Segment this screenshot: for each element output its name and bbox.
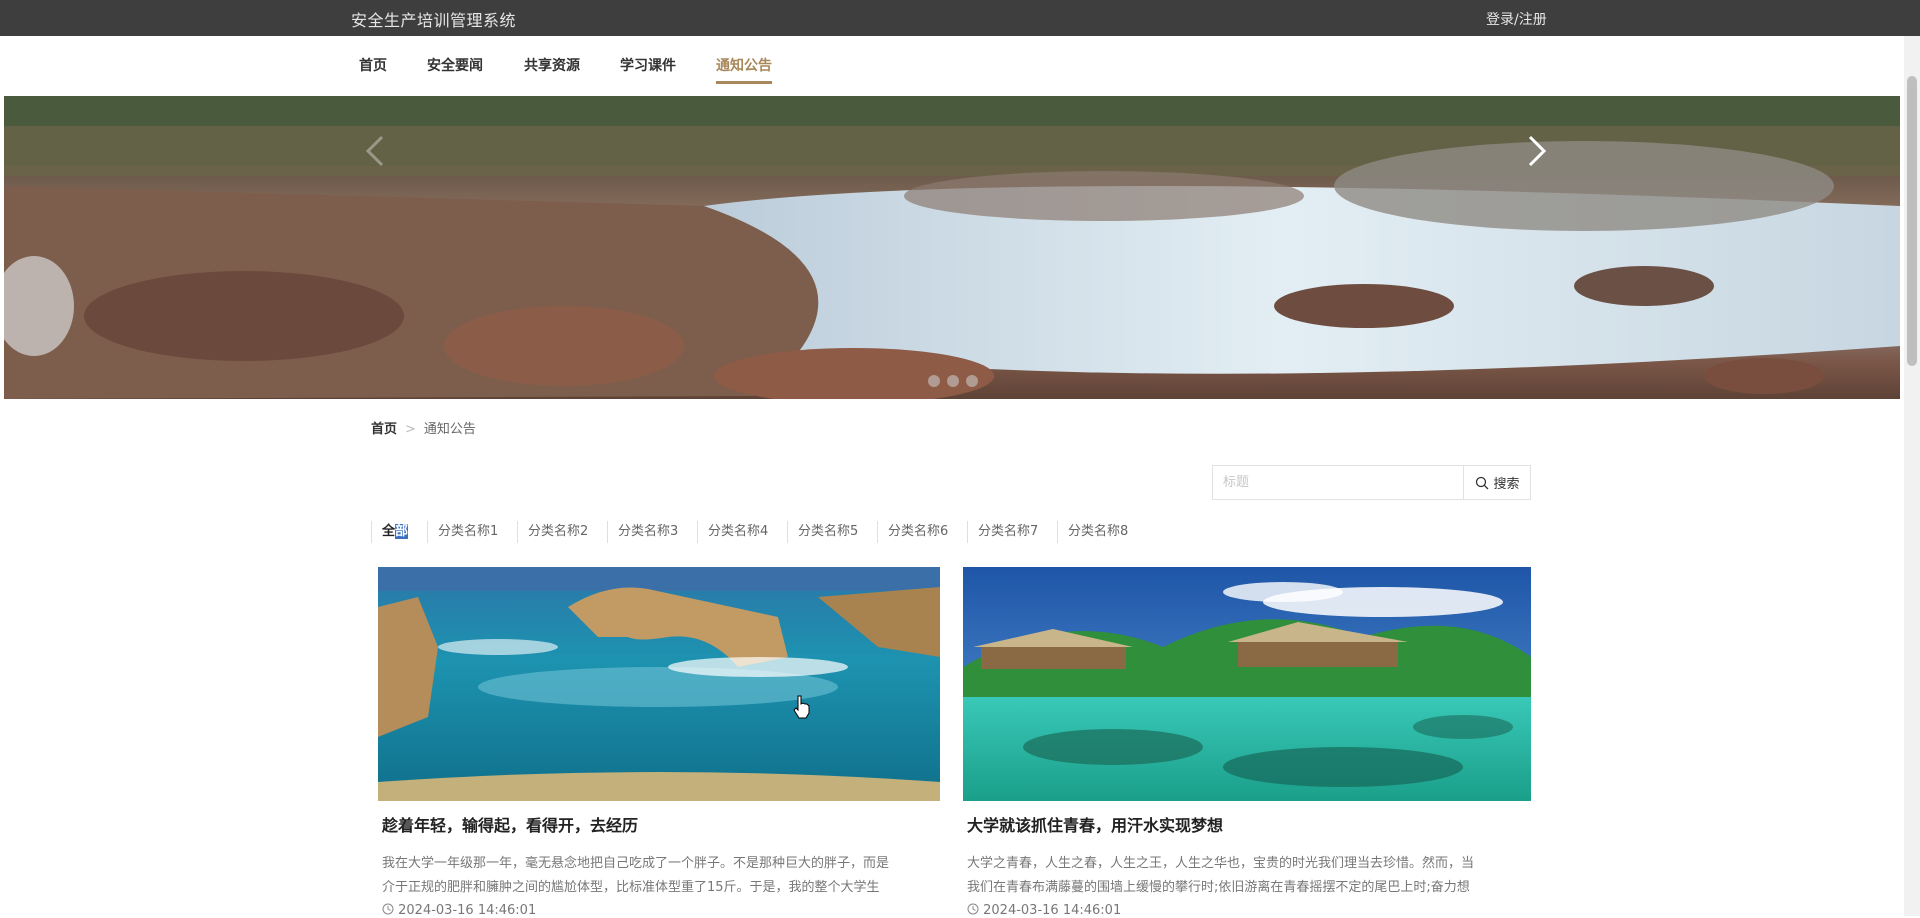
chevron-right-icon [1528, 135, 1547, 167]
category-item-6[interactable]: 分类名称6 [877, 521, 958, 543]
category-item-5[interactable]: 分类名称5 [787, 521, 868, 543]
category-item-1[interactable]: 分类名称1 [427, 521, 508, 543]
search-input[interactable] [1213, 466, 1463, 499]
top-bar: 安全生产培训管理系统 登录/注册 [0, 0, 1920, 36]
article-summary-line: 介于正规的肥胖和臃肿之间的尴尬体型，比标准体型重了15斤。于是，我的整个大学生 [382, 880, 880, 895]
nav-item-safety-news[interactable]: 安全要闻 [427, 55, 483, 81]
category-item-4[interactable]: 分类名称4 [697, 521, 778, 543]
breadcrumb-separator: > [405, 422, 416, 437]
clock-icon [382, 903, 394, 915]
nav-item-courseware[interactable]: 学习课件 [620, 55, 676, 81]
hand-cursor-icon [793, 695, 810, 719]
banner-dot-3[interactable] [966, 375, 978, 387]
article-summary: 我在大学一年级那一年，毫无悬念地把自己吃成了一个胖子。不是那种巨大的胖子，而是 … [382, 852, 889, 900]
category-item-7[interactable]: 分类名称7 [967, 521, 1048, 543]
article-summary-line: 我在大学一年级那一年，毫无悬念地把自己吃成了一个胖子。不是那种巨大的胖子，而是 [382, 856, 890, 871]
category-all-part1: 全 [382, 524, 396, 539]
breadcrumb-home[interactable]: 首页 [371, 422, 397, 437]
article-thumbnail[interactable] [378, 567, 940, 801]
article-summary-line: 我们在青春布满藤蔓的围墙上缓慢的攀行时;依旧游离在青春摇摆不定的尾巴上时;奋力想 [967, 880, 1470, 895]
article-thumbnail[interactable] [963, 567, 1531, 801]
banner-dot-2[interactable] [947, 375, 959, 387]
scrollbar-thumb[interactable] [1907, 76, 1917, 366]
article-title[interactable]: 趁着年轻，输得起，看得开，去经历 [382, 812, 638, 836]
nav-item-home[interactable]: 首页 [359, 55, 387, 81]
article-title[interactable]: 大学就该抓住青春，用汗水实现梦想 [967, 812, 1223, 836]
article-summary-line: 大学之青春，人生之春，人生之王，人生之华也，宝贵的时光我们理当去珍惜。然而，当 [967, 856, 1475, 871]
search-button-label: 搜索 [1493, 477, 1520, 492]
category-item-8[interactable]: 分类名称8 [1057, 521, 1138, 543]
search-button[interactable]: 搜索 [1463, 466, 1531, 499]
search-icon [1476, 476, 1489, 489]
banner-carousel[interactable] [4, 96, 1900, 399]
category-all[interactable]: 全部 [371, 521, 418, 543]
category-all-part2: 部 [395, 524, 409, 539]
banner-dot-1[interactable] [928, 375, 940, 387]
nav-item-notices[interactable]: 通知公告 [716, 55, 772, 84]
breadcrumb: 首页 > 通知公告 [371, 418, 476, 437]
login-register-link[interactable]: 登录/注册 [1486, 9, 1547, 29]
page-scrollbar[interactable] [1904, 36, 1920, 916]
breadcrumb-current: 通知公告 [423, 422, 476, 437]
category-item-2[interactable]: 分类名称2 [517, 521, 598, 543]
nav-item-shared-resources[interactable]: 共享资源 [524, 55, 580, 81]
article-summary: 大学之青春，人生之春，人生之王，人生之华也，宝贵的时光我们理当去珍惜。然而，当 … [967, 852, 1474, 900]
category-item-3[interactable]: 分类名称3 [607, 521, 688, 543]
banner-prev-button[interactable] [356, 131, 396, 171]
search-box: 搜索 [1212, 465, 1531, 500]
chevron-left-icon [365, 135, 384, 167]
banner-next-button[interactable] [1516, 131, 1556, 171]
clock-icon [967, 903, 979, 915]
banner-indicators [928, 372, 985, 391]
site-title: 安全生产培训管理系统 [351, 11, 517, 30]
main-nav: 首页 安全要闻 共享资源 学习课件 通知公告 [0, 36, 1904, 96]
banner-image [4, 96, 1900, 399]
